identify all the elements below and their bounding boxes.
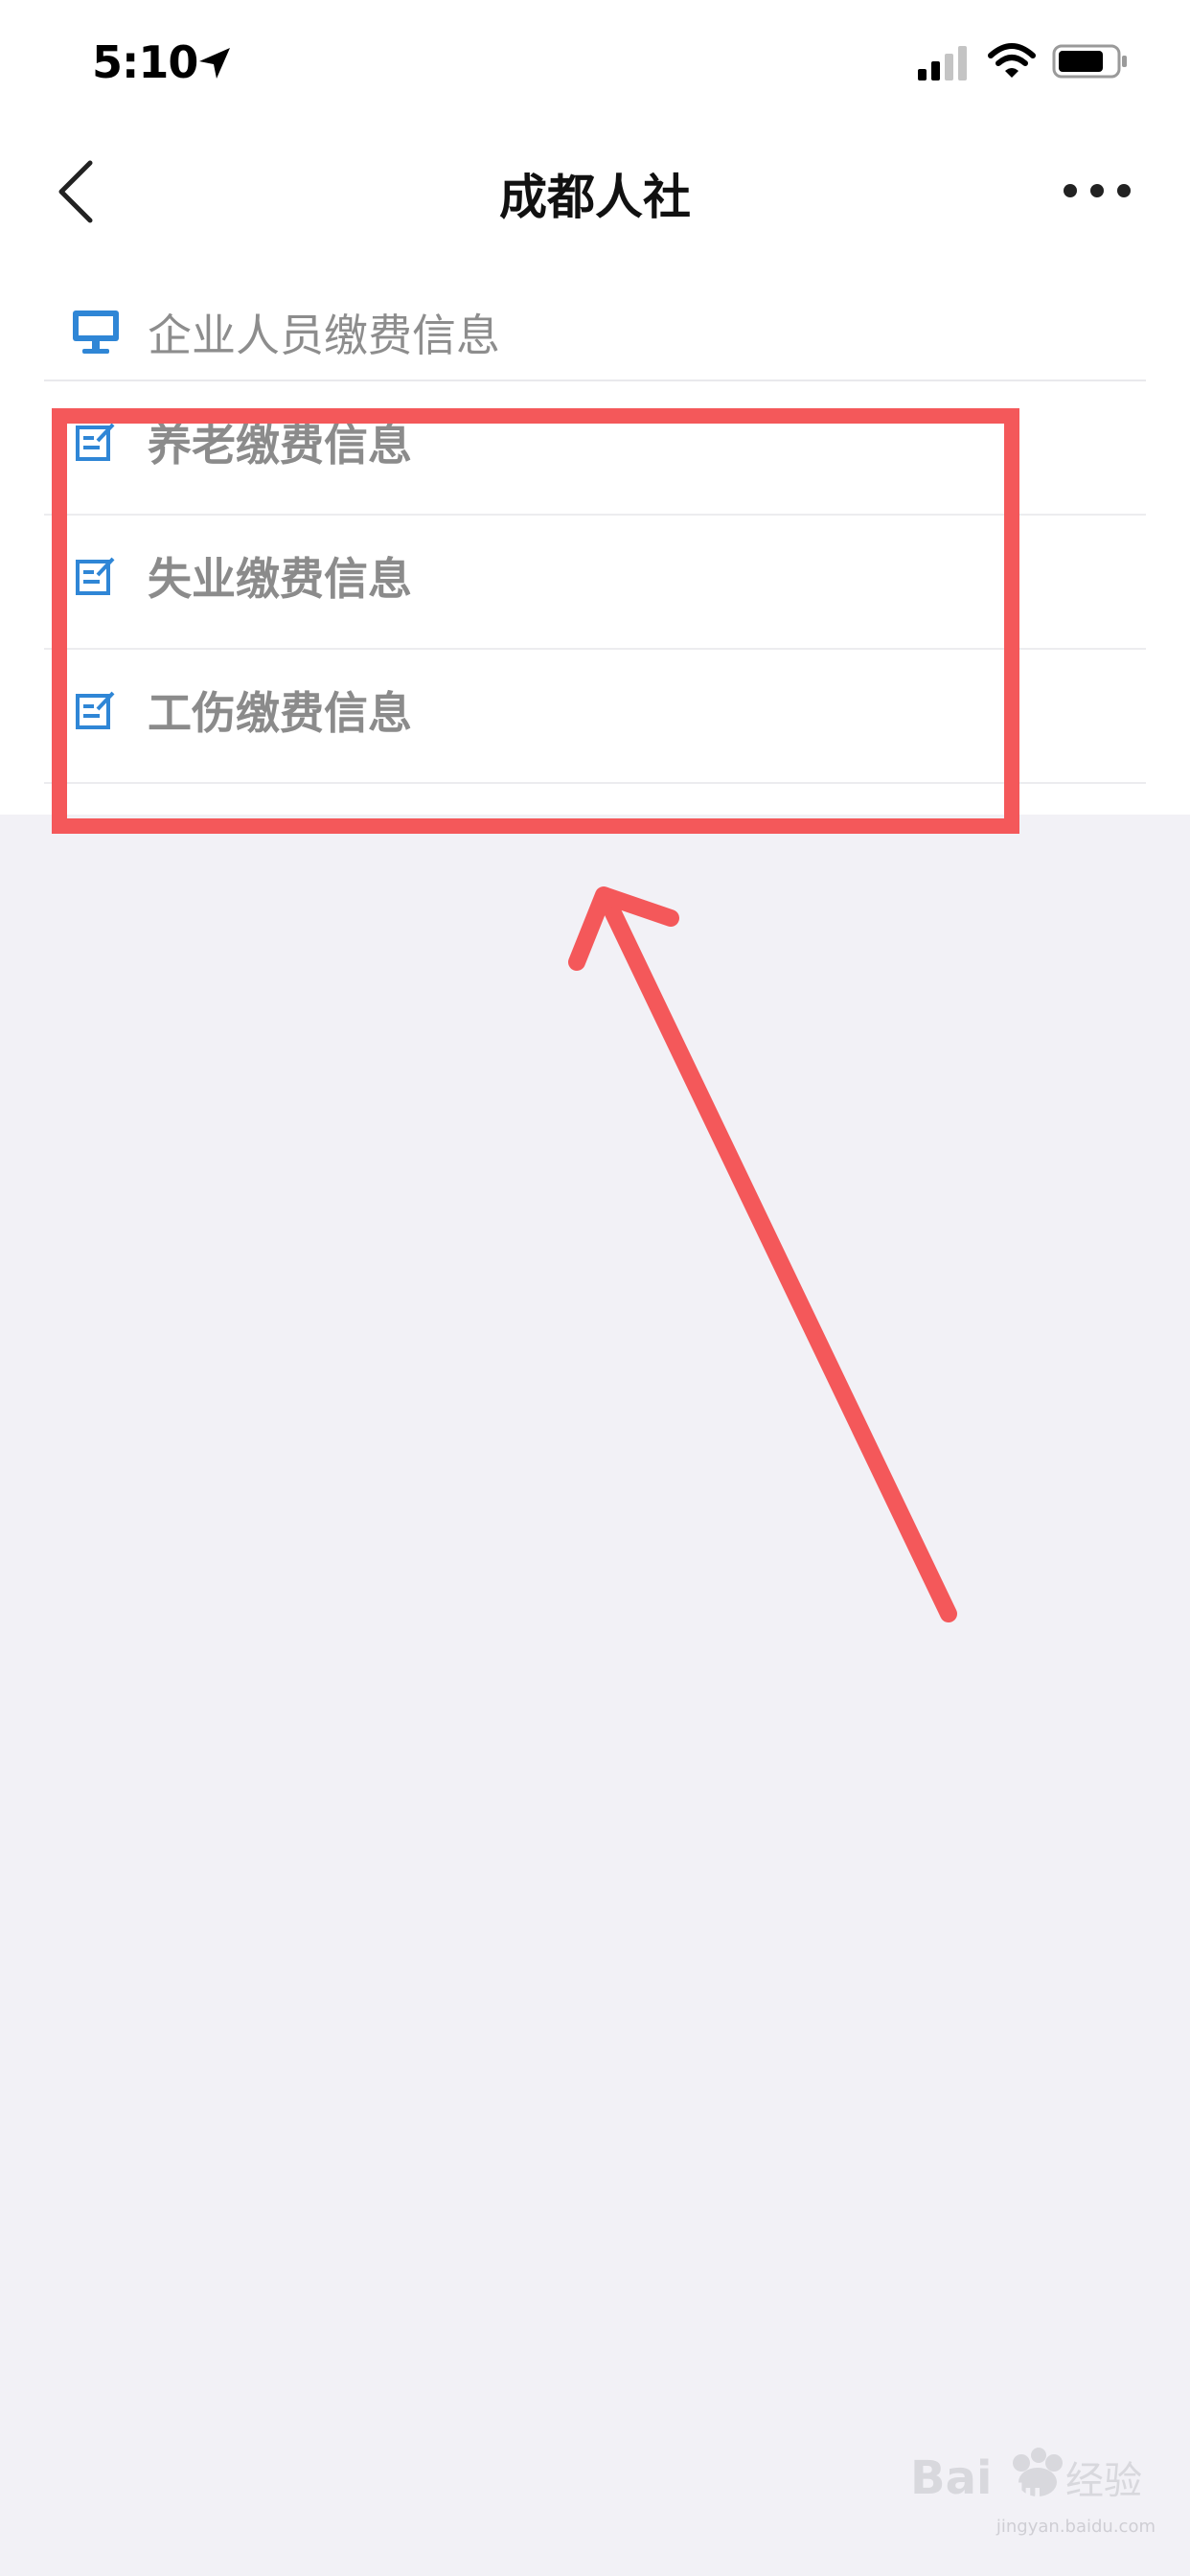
section-title: 企业人员缴费信息	[148, 310, 500, 361]
annotation-highlight-box	[52, 408, 1019, 834]
svg-text:经验: 经验	[1065, 2459, 1142, 2503]
page-title: 成都人社	[499, 170, 691, 225]
section-header: 企业人员缴费信息	[44, 288, 1146, 381]
watermark: Bai du 经验 jingyan.baidu.com	[906, 2434, 1156, 2540]
watermark-url: jingyan.baidu.com	[995, 2517, 1156, 2537]
location-arrow-icon	[199, 48, 230, 79]
status-bar: 5:10	[0, 0, 1190, 125]
annotation-arrow-icon	[568, 886, 957, 1622]
status-time: 5:10	[92, 36, 198, 88]
battery-icon	[1052, 44, 1127, 79]
more-options-icon[interactable]	[1062, 176, 1133, 205]
monitor-icon	[73, 310, 119, 354]
baidu-jingyan-logo: Bai du 经验	[910, 2448, 1142, 2508]
page: 5:10 成都人社 企业人员缴费信息 养老缴费信息 失业缴费信息 工伤缴费信息 …	[0, 0, 1190, 2576]
svg-text:Bai: Bai	[910, 2451, 992, 2505]
svg-text:du: du	[1006, 2479, 1041, 2508]
wifi-icon	[988, 43, 1036, 78]
navigation-bar: 成都人社	[0, 134, 1190, 249]
cellular-signal-icon	[918, 46, 967, 80]
